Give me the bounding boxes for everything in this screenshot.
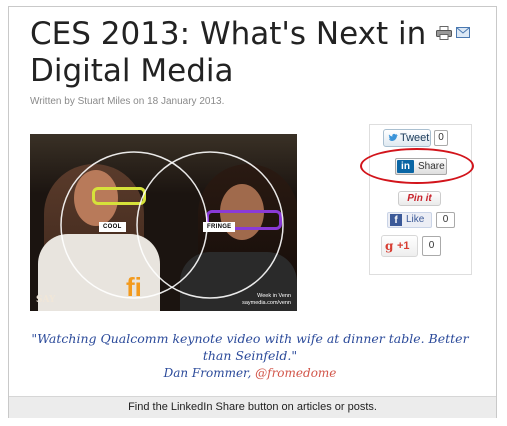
highlight-oval <box>360 148 474 184</box>
photo-credit: Week in Venn saymedia.com/venn <box>242 293 291 307</box>
article-title: CES 2013: What's Next in Digital Media <box>30 16 427 89</box>
google-plus-icon: g <box>385 239 394 253</box>
pull-quote-text: "Watching Qualcomm keynote video with wi… <box>31 331 469 363</box>
quote-attribution: Dan Frommer, @fromedome <box>30 366 470 380</box>
print-icon[interactable] <box>436 26 452 40</box>
pinterest-pin-button[interactable]: Pin it <box>398 191 441 206</box>
venn-label-cool: COOL <box>99 222 126 232</box>
tweet-label: Tweet <box>400 132 430 144</box>
venn-label-fringe: FRINGE <box>203 222 236 232</box>
google-plus-button[interactable]: g +1 <box>381 235 418 257</box>
screenshot-caption: Find the LinkedIn Share button on articl… <box>9 396 496 418</box>
tweet-count: 0 <box>434 130 448 146</box>
photo-credit-url: saymedia.com/venn <box>242 300 291 306</box>
email-icon[interactable] <box>456 27 470 38</box>
quote-author-handle-link[interactable]: @fromedome <box>255 366 336 380</box>
facebook-like-label: Like <box>406 214 425 225</box>
photo-credit-title: Week in Venn <box>257 293 291 299</box>
google-plus-count: 0 <box>422 236 441 256</box>
article-photo: fi COOL FRINGE SAY Week in Venn saymedia… <box>30 134 297 311</box>
tweet-button[interactable]: Tweet <box>383 129 431 147</box>
facebook-icon: f <box>390 214 402 226</box>
pull-quote: "Watching Qualcomm keynote video with wi… <box>30 330 470 364</box>
venn-circles <box>60 151 284 299</box>
photo-watermark: SAY <box>36 295 56 305</box>
google-plus-label: +1 <box>397 240 410 252</box>
facebook-like-count: 0 <box>436 212 455 228</box>
twitter-bird-icon <box>388 133 398 141</box>
quote-author: Dan Frommer, <box>163 366 252 380</box>
facebook-like-button[interactable]: f Like <box>387 212 432 228</box>
article-byline: Written by Stuart Miles on 18 January 20… <box>30 96 225 107</box>
